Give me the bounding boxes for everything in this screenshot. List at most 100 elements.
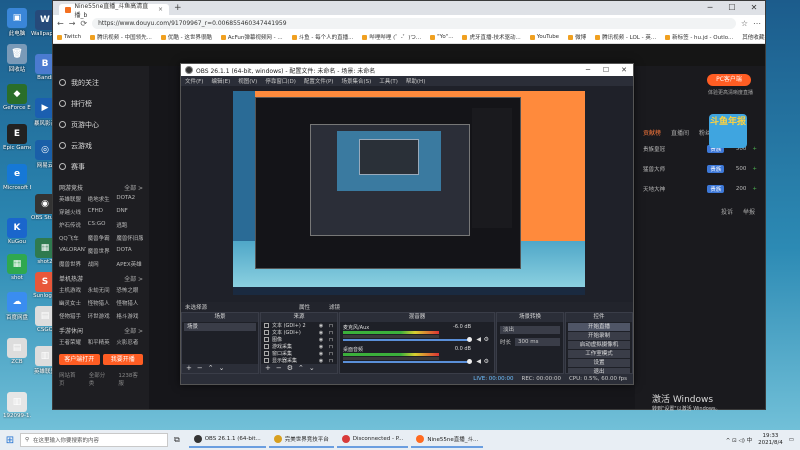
forward-icon[interactable]: → xyxy=(69,19,76,28)
source-list-item[interactable]: 文本 (GDI+) ◉ ⊓ xyxy=(261,329,337,336)
game-category-link[interactable]: CFHD xyxy=(88,208,115,216)
game-category-link[interactable]: 怪物猎人 xyxy=(116,299,143,307)
game-category-link[interactable]: 魔兽世界 xyxy=(88,247,115,255)
visibility-eye-icon[interactable]: ◉ xyxy=(318,344,324,350)
filters-button[interactable]: 滤镜 xyxy=(329,303,340,311)
footer-link[interactable]: 1238客服 xyxy=(118,371,143,387)
control-button[interactable]: 开始直播 xyxy=(568,323,630,331)
source-settings-icon[interactable]: ⚙ xyxy=(287,364,293,373)
section-more-link[interactable]: 全部 > xyxy=(124,326,143,335)
obs-menu-item[interactable]: 编辑(E) xyxy=(211,77,230,85)
client-open-button[interactable]: 客户端打开 xyxy=(59,354,100,365)
lock-icon[interactable]: ⊓ xyxy=(328,330,334,336)
game-category-link[interactable]: DOTA2 xyxy=(116,195,143,203)
rank-row[interactable]: 天地大神 贵族 200 + xyxy=(635,179,765,199)
obs-preview[interactable] xyxy=(181,86,633,302)
visibility-eye-icon[interactable]: ◉ xyxy=(318,330,324,336)
taskbar-search[interactable]: ⚲ 在这里输入你要搜索的内容 xyxy=(20,433,168,447)
game-category-link[interactable]: 魔兽世界 xyxy=(59,260,86,268)
sidebar-nav-item[interactable]: 我的关注 xyxy=(59,72,143,93)
obs-close-button[interactable]: ✕ xyxy=(615,64,633,76)
game-category-link[interactable]: 逃跑 xyxy=(116,221,143,229)
transition-select[interactable]: 淡出 xyxy=(500,326,560,334)
volume-slider[interactable] xyxy=(343,339,471,341)
mixer-settings-icon[interactable]: ⚙ xyxy=(484,358,489,365)
game-category-link[interactable]: DOTA xyxy=(116,247,143,255)
game-category-link[interactable]: 格斗游戏 xyxy=(116,312,143,320)
source-list-item[interactable]: 图像 ◉ ⊓ xyxy=(261,336,337,343)
obs-minimize-button[interactable]: ─ xyxy=(579,64,597,76)
plus-icon[interactable]: + xyxy=(752,166,757,172)
sidebar-nav-item[interactable]: 赛事 xyxy=(59,156,143,177)
sidebar-nav-item[interactable]: 云游戏 xyxy=(59,135,143,156)
scene-down-button[interactable]: ⌄ xyxy=(219,364,225,373)
visibility-eye-icon[interactable]: ◉ xyxy=(318,337,324,343)
obs-menu-item[interactable]: 配置文件(P) xyxy=(304,77,334,85)
control-button[interactable]: 启动虚拟摄像机 xyxy=(568,341,630,349)
footer-link[interactable]: 网站首页 xyxy=(59,371,81,387)
scene-up-button[interactable]: ⌃ xyxy=(208,364,214,373)
desktop-icon[interactable]: eMicrosoft Edge xyxy=(3,164,31,191)
scene-list-item[interactable]: 场景 xyxy=(184,323,256,331)
extensions-icon[interactable]: ⋯ xyxy=(753,19,761,28)
desktop-icon[interactable]: 🗑 回收站 xyxy=(3,44,31,73)
bookmark-item[interactable]: 腾讯视频 - 中国领先... xyxy=(90,33,152,41)
url-input[interactable]: https://www.douyu.com/91709967_r=0.00685… xyxy=(92,17,736,29)
mixer-settings-icon[interactable]: ⚙ xyxy=(484,336,489,343)
game-category-link[interactable]: 环世游戏 xyxy=(88,312,115,320)
desktop-icon[interactable]: ◆GeForce Experience xyxy=(3,84,31,111)
source-up-button[interactable]: ⌃ xyxy=(298,364,304,373)
lock-icon[interactable]: ⊓ xyxy=(328,344,334,350)
desktop-icon[interactable]: EEpic Games Launcher xyxy=(3,124,31,151)
source-list-item[interactable]: 游戏采集 ◉ ⊓ xyxy=(261,343,337,350)
source-down-button[interactable]: ⌄ xyxy=(309,364,315,373)
game-category-link[interactable]: 穿越火线 xyxy=(59,208,86,216)
game-category-link[interactable]: APEX英雄 xyxy=(116,260,143,268)
control-button[interactable]: 开始录制 xyxy=(568,332,630,340)
add-scene-button[interactable]: + xyxy=(186,364,192,373)
minimize-button[interactable]: ─ xyxy=(699,1,721,15)
right-panel-tab[interactable]: 直播间 xyxy=(671,128,689,137)
volume-slider[interactable] xyxy=(343,361,471,363)
taskbar-app[interactable]: 完美世界竞技平台 xyxy=(268,432,334,448)
game-category-link[interactable]: 绝地求生 xyxy=(88,195,115,203)
start-button[interactable]: ⊞ xyxy=(0,435,20,446)
game-category-link[interactable]: DNF xyxy=(116,208,143,216)
desktop-icon[interactable]: ▥192099-1... xyxy=(3,392,31,419)
obs-menu-item[interactable]: 工具(T) xyxy=(379,77,398,85)
add-source-button[interactable]: + xyxy=(265,364,271,373)
speaker-icon[interactable]: ◀ xyxy=(476,336,481,343)
bookmark-item[interactable]: YouTube xyxy=(529,34,559,40)
desktop-icon[interactable]: ☁ 百度网盘 xyxy=(3,292,31,321)
taskbar-app[interactable]: Disconnected - P... xyxy=(336,432,409,448)
desktop-icon[interactable]: ▤ ZCB xyxy=(3,338,31,365)
obs-menu-item[interactable]: 帮助(H) xyxy=(406,77,425,85)
new-tab-button[interactable]: + xyxy=(174,3,182,13)
sidebar-nav-item[interactable]: 页游中心 xyxy=(59,114,143,135)
game-category-link[interactable]: 魔兽怀旧服 xyxy=(116,234,143,242)
game-category-link[interactable]: 主机游戏 xyxy=(59,286,86,294)
game-category-link[interactable]: 怪物猎手 xyxy=(59,312,86,320)
footer-link[interactable]: 全部分类 xyxy=(89,371,111,387)
game-category-link[interactable]: 战网 xyxy=(88,260,115,268)
star-icon[interactable]: ☆ xyxy=(741,19,748,28)
promo-badge[interactable]: 斗鱼年报 xyxy=(709,114,747,148)
desktop-icon[interactable]: ▦ shot xyxy=(3,254,31,281)
plus-icon[interactable]: + xyxy=(752,186,757,192)
visibility-eye-icon[interactable]: ◉ xyxy=(318,323,324,329)
back-icon[interactable]: ← xyxy=(57,19,64,28)
lock-icon[interactable]: ⊓ xyxy=(328,351,334,357)
bookmark-other-folder[interactable]: 其他收藏夹 xyxy=(742,33,765,41)
lock-icon[interactable]: ⊓ xyxy=(328,358,334,364)
game-category-link[interactable]: 英雄联盟 xyxy=(59,195,86,203)
game-category-link[interactable]: 和平精英 xyxy=(88,338,115,346)
taskbar-app[interactable]: OBS 26.1.1 (64-bit... xyxy=(188,432,266,448)
game-category-link[interactable]: CS:GO xyxy=(88,221,115,229)
bookmark-item[interactable]: 腾讯视频 - LOL - 英... xyxy=(595,33,656,41)
clock[interactable]: 19:33 2021/8/4 xyxy=(758,433,783,447)
properties-button[interactable]: 属性 xyxy=(299,303,310,311)
right-panel-action[interactable]: 举报 xyxy=(743,207,755,216)
control-button[interactable]: 工作室模式 xyxy=(568,350,630,358)
source-list-item[interactable]: 显示器采集 ◉ ⊓ xyxy=(261,357,337,364)
game-category-link[interactable]: QQ飞车 xyxy=(59,234,86,242)
